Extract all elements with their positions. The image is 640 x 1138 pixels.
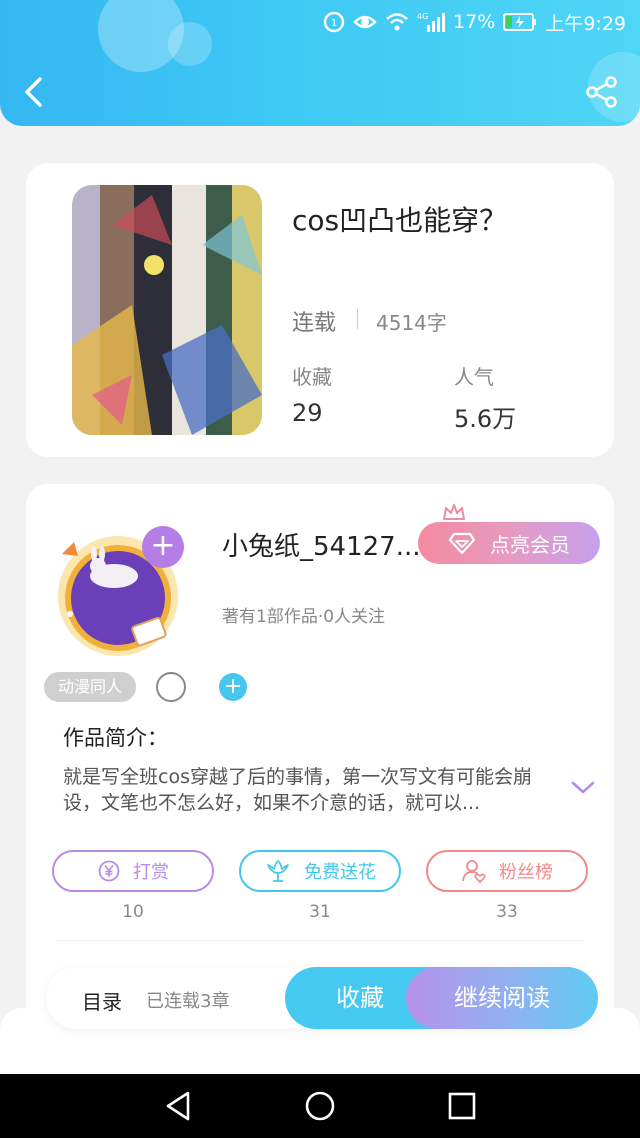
hd-call-icon: 1 [323,11,345,33]
add-tag-button[interactable]: + [219,673,247,701]
circle-home-icon [305,1091,335,1121]
tip-count: 10 [122,902,144,922]
flower-count: 31 [309,902,331,922]
share-icon [586,76,617,108]
intro-text: 就是写全班cos穿越了后的事情，第一次写文有可能会崩设，文笔也不怎么好，如果不介… [63,766,532,814]
fan-rank-label: 粉丝榜 [499,862,553,883]
chevron-down-icon [571,781,595,794]
diamond-icon [448,532,476,555]
chapter-status: 已连载3章 [146,991,230,1012]
table-of-contents-button[interactable]: 目录 [82,986,122,1015]
clock: 上午9:29 [545,12,626,35]
wifi-icon [385,12,409,32]
signal-icon: 4G [417,11,446,33]
nav-home-button[interactable] [302,1088,338,1124]
popularity-count: 5.6万 [454,405,517,433]
follow-plus-button[interactable]: + [142,526,184,568]
favorites-label: 收藏 [292,365,332,389]
bottom-action-bar: 目录 已连载3章 收藏 继续阅读 [46,967,598,1029]
book-title: cos凹凸也能穿？ [292,204,508,237]
send-flower-label: 免费送花 [304,862,376,883]
author-meta: 著有1部作品·0人关注 [222,607,386,627]
flower-icon [267,860,289,882]
divider [357,309,358,329]
book-cover-image[interactable] [72,185,262,435]
network-type: 4G [417,12,428,21]
yen-coin-icon [98,860,120,882]
fan-rank-icon [462,860,486,883]
word-count: 4514字 [376,311,447,335]
battery-percent: 17% [453,11,496,33]
expand-intro-button[interactable] [570,778,596,798]
nav-back-button[interactable] [160,1088,196,1124]
back-arrow-icon [25,77,42,107]
book-status: 连载 [292,311,337,336]
back-button[interactable] [18,74,52,110]
favorites-count: 29 [292,399,323,427]
svg-text:1: 1 [331,18,337,29]
nav-recents-button[interactable] [444,1088,480,1124]
vip-label: 点亮会员 [490,532,570,557]
tip-label: 打赏 [133,862,169,883]
app-header: 1 4G 17% 上午9:29 [0,0,640,126]
fan-rank-count: 33 [496,902,518,922]
system-nav-bar [0,1074,640,1138]
divider [56,940,584,941]
empty-tag-slot[interactable] [156,672,186,702]
continue-reading-button[interactable]: 继续阅读 [406,967,598,1029]
light-up-vip-button[interactable]: 点亮会员 [418,522,600,564]
popularity-label: 人气 [454,365,494,389]
send-flower-button[interactable]: 免费送花 [239,850,401,892]
eye-icon [353,11,377,33]
book-info-card: cos凹凸也能穿？ 连载 4514字 收藏 人气 29 5.6万 [26,163,614,457]
share-button[interactable] [584,74,620,110]
fan-rank-button[interactable]: 粉丝榜 [426,850,588,892]
decor-bubble [168,22,212,66]
battery-icon [503,12,537,32]
triangle-back-icon [166,1091,190,1121]
intro-heading: 作品简介： [63,726,168,750]
square-recents-icon [448,1092,476,1120]
author-name[interactable]: 小兔纸_54127... [222,526,418,563]
tip-button[interactable]: 打赏 [52,850,214,892]
author-card: + 小兔纸_54127... 点亮会员 著有1部作品·0人关注 动漫同人 + 作… [26,484,614,1044]
status-bar: 1 4G 17% 上午9:29 [323,8,626,36]
genre-tag[interactable]: 动漫同人 [44,672,137,702]
crown-icon [443,504,465,520]
